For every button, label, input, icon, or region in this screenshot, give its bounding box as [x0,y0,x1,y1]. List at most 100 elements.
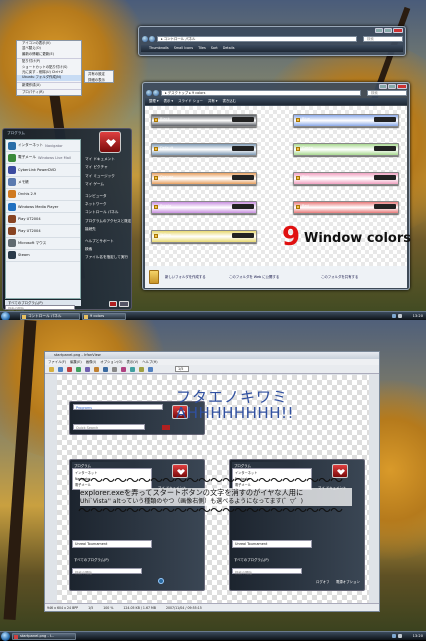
start-menu-place[interactable]: 検索 [83,247,131,255]
power-button[interactable] [109,301,117,307]
toolbar-tool-icon[interactable] [76,367,81,372]
share-folder-link[interactable]: このフォルダを共有する [321,274,358,279]
start-menu-recent-item[interactable]: Microsoft マウス [6,238,80,250]
start-menu-place[interactable]: コントロール パネル [83,210,131,218]
start-menu-recent-item[interactable]: Play UT2004 [6,213,80,226]
color-swatch[interactable]: Orange [151,172,257,185]
start-menu-recent-item[interactable]: メモ帳 [6,177,80,189]
start-menu-pinned-item[interactable]: インターネット Navigator [6,140,80,153]
start-menu-place[interactable]: マイ ドキュメント [83,157,131,165]
toolbar-tool-icon[interactable] [58,367,63,372]
viewer-menu-item[interactable]: 表示(V) [126,360,138,364]
back-button[interactable] [142,36,148,42]
toolbar-button[interactable]: Thumbnails [149,46,169,50]
viewer-menu-item[interactable]: ファイル(F) [48,360,66,364]
taskbar-button[interactable]: 9 colors [82,313,126,320]
submenu-item[interactable]: 詳細の表示 [85,77,113,83]
close-button[interactable] [397,84,407,89]
color-swatch[interactable]: Yellow [151,230,257,243]
publish-web-link[interactable]: このフォルダを Web に公開する [229,274,279,279]
maximize-button[interactable] [388,84,396,89]
toolbar-tool-icon[interactable] [121,367,126,372]
toolbar-tool-icon[interactable] [148,367,153,372]
context-menu-item[interactable]: プロパティ(R) [17,90,81,95]
color-swatch[interactable]: Pink [293,172,399,185]
viewer-menu-item[interactable]: 編集(E) [70,360,82,364]
user-avatar[interactable] [99,131,121,153]
toolbar-tool-icon[interactable] [103,367,108,372]
start-menu-place[interactable]: ファイル名を指定して実行 [83,255,131,263]
start-search-input[interactable]: 検索の開始 [5,305,75,311]
zoom-field[interactable]: 1/5 [175,366,189,372]
toolbar-tool-icon[interactable] [85,367,90,372]
start-orb[interactable] [1,312,10,320]
back-button[interactable] [146,90,152,96]
start-menu-recent-item[interactable]: Play UT2004 [6,225,80,238]
minimize-button[interactable] [379,84,387,89]
viewer-menu-item[interactable]: オプション(O) [100,360,122,364]
start-menu-place[interactable]: マイ ゲーム [83,182,131,190]
start-menu-place[interactable]: マイ ミュージック [83,174,131,182]
toolbar-tool-icon[interactable] [139,367,144,372]
toolbar-button[interactable]: 共有 ▾ [208,99,218,103]
swatch-caption-buttons [232,175,254,180]
start-menu-place[interactable]: ヘルプとサポート [83,239,131,247]
viewer-menu-item[interactable]: ヘルプ(H) [142,360,157,364]
start-menu-place[interactable]: 接続先 [83,227,131,235]
start-menu-recent-item[interactable]: Windows Media Player [6,201,80,214]
color-swatch[interactable]: Green [293,143,399,156]
toolbar-button[interactable]: Tiles [198,46,206,50]
close-button[interactable] [393,28,403,33]
toolbar-tool-icon[interactable] [130,367,135,372]
toolbar-button[interactable]: 整理 ▾ [149,99,159,103]
minimize-button[interactable] [375,28,383,33]
maximize-button[interactable] [384,28,392,33]
lock-button[interactable] [119,301,129,307]
taskbar-clock[interactable]: 13:20 [413,314,423,318]
program-icon [8,202,16,211]
address-bar[interactable]: ▸ コントロール パネル [157,36,357,42]
start-menu-recent-item[interactable]: CyberLink PowerDVD [6,164,80,177]
folder-icon [154,205,158,209]
taskbar-button[interactable]: コントロール パネル [20,313,80,320]
start-menu-place[interactable]: ネットワーク [83,202,131,210]
toolbar-button[interactable]: 表示 ▾ [164,99,174,103]
forward-button[interactable] [149,36,155,42]
start-menu-place[interactable]: プログラムのアクセスと既定の設定 [83,219,131,227]
taskbar-clock[interactable]: 13:20 [413,634,423,638]
toolbar-tool-icon[interactable] [94,367,99,372]
start-menu-recent-item[interactable]: Orchis 2.9 [6,189,80,201]
search-input[interactable]: 検索 [363,36,403,42]
toolbar-tool-icon[interactable] [112,367,117,372]
network-icon[interactable] [392,314,396,318]
volume-icon[interactable] [398,634,402,638]
toolbar-button[interactable]: Details [223,46,235,50]
network-icon[interactable] [392,634,396,638]
start-menu-pinned-item[interactable]: 電子メール Windows Live Mail [6,152,80,165]
color-swatch[interactable]: Default [151,143,257,156]
new-folder-link[interactable]: 新しいフォルダを作成する [165,274,206,279]
toolbar-tool-icon[interactable] [67,367,72,372]
color-swatch[interactable]: Red [293,201,399,214]
taskbar-button[interactable]: startpanel.png - I... [12,633,76,640]
swatch-label: Red [302,204,309,208]
toolbar-button[interactable]: 書き込む [223,99,237,103]
volume-icon[interactable] [398,314,402,318]
color-swatch[interactable]: Black [151,114,257,127]
toolbar-button[interactable]: Sort [211,46,218,50]
toolbar-button[interactable]: スライド ショー [178,99,203,103]
search-input[interactable]: 検索 [367,90,407,96]
forward-button[interactable] [153,90,159,96]
start-menu-place[interactable]: マイ ピクチャ [83,165,131,173]
color-swatch[interactable]: Blue [293,114,399,127]
swatch-label: Blue [302,117,310,121]
swatch-label: Green [302,146,313,150]
toolbar-tool-icon[interactable] [49,367,54,372]
color-swatch[interactable]: Purple [151,201,257,214]
folder-icon [154,118,158,122]
toolbar-button[interactable]: Small Icons [174,46,193,50]
viewer-menu-item[interactable]: 画像(I) [86,360,96,364]
start-menu-place[interactable]: コンピュータ [83,194,131,202]
address-bar[interactable]: ▸ デスクトップ ▸ 9 colors [161,90,361,96]
start-menu-recent-item[interactable]: Steam [6,250,80,262]
